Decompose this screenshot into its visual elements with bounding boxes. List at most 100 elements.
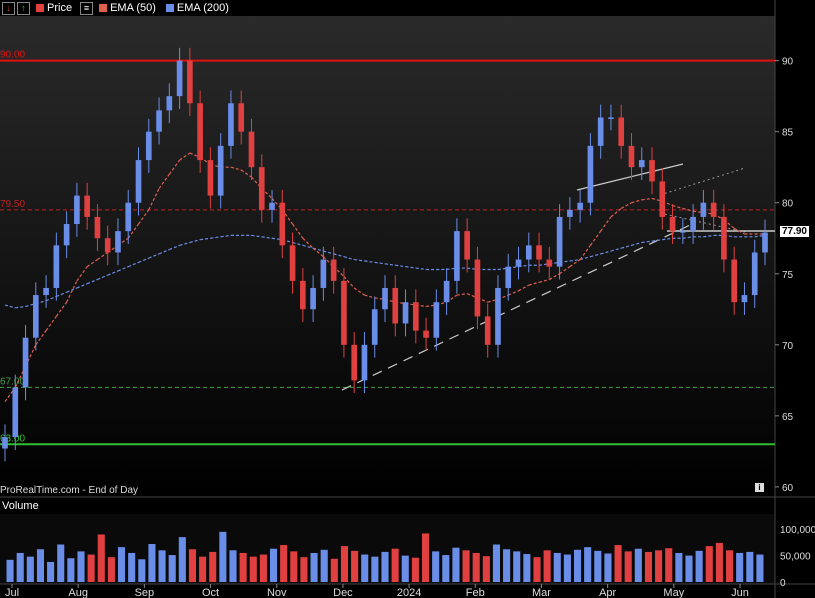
- candle-body: [63, 224, 70, 246]
- candle-body: [628, 145, 635, 168]
- volume-bar: [705, 546, 713, 582]
- candle-body: [166, 96, 173, 111]
- volume-legend: Volume: [0, 499, 39, 513]
- candle-body: [710, 202, 717, 217]
- volume-tick-label: 50,000: [780, 552, 811, 563]
- volume-bar: [614, 545, 622, 582]
- x-tick-label: May: [663, 587, 684, 598]
- candle-body: [577, 202, 583, 210]
- candle-body: [669, 216, 676, 232]
- volume-bar: [67, 558, 75, 582]
- volume-bar: [138, 559, 146, 582]
- volume-bar: [584, 547, 592, 582]
- info-icon[interactable]: i: [755, 483, 764, 492]
- x-tick-label: Aug: [68, 587, 88, 598]
- ema50-legend-label[interactable]: EMA (50): [110, 2, 156, 14]
- volume-bar: [685, 555, 693, 582]
- volume-bar: [158, 550, 166, 582]
- volume-bar: [148, 543, 156, 582]
- volume-bar: [756, 554, 764, 582]
- candle-body: [289, 245, 296, 281]
- red-arrow-icon[interactable]: ↓: [2, 1, 15, 15]
- x-tick-label: Oct: [202, 587, 219, 598]
- candle-body: [12, 387, 19, 438]
- candle-body: [402, 302, 409, 324]
- candle-body: [412, 302, 419, 331]
- candle-body: [649, 160, 655, 182]
- x-tick-label: Dec: [333, 587, 353, 598]
- volume-bar: [513, 551, 521, 582]
- candle-body: [382, 287, 388, 310]
- candle-body: [238, 103, 245, 132]
- volume-bar: [340, 546, 349, 582]
- candle-body: [597, 117, 604, 146]
- volume-bar: [472, 552, 480, 582]
- candle-body: [125, 202, 132, 232]
- y-tick-label: 65: [782, 412, 794, 423]
- y-tick-label: 90: [782, 57, 794, 68]
- volume-bar: [604, 553, 612, 582]
- green-arrow-icon[interactable]: ↑: [17, 1, 30, 15]
- volume-legend-label[interactable]: Volume: [2, 500, 39, 512]
- candle-body: [690, 216, 696, 232]
- candle-body: [505, 266, 512, 288]
- candle-body: [484, 316, 491, 345]
- y-tick-label: 60: [782, 483, 794, 494]
- volume-bar: [563, 554, 571, 582]
- candle-body: [228, 103, 234, 146]
- volume-bar: [300, 557, 308, 582]
- chart-legend: ↓ ↑ Price ≡ EMA (50) EMA (200): [0, 0, 229, 16]
- candle-body: [197, 103, 203, 161]
- candle-body: [361, 344, 368, 381]
- volume-bar: [310, 552, 318, 582]
- volume-bar: [188, 549, 197, 582]
- candle-body: [94, 216, 101, 239]
- volume-bar: [482, 556, 490, 582]
- ema50-swatch: [99, 4, 108, 12]
- candle-body: [433, 302, 440, 338]
- volume-bar: [77, 551, 85, 582]
- candle-body: [145, 131, 152, 161]
- x-tick-label: Feb: [466, 587, 485, 598]
- volume-bar: [229, 550, 237, 582]
- candle-body: [392, 287, 399, 324]
- candle-body: [279, 202, 286, 246]
- candle-body: [43, 287, 49, 296]
- volume-bar: [269, 548, 278, 582]
- candle-body: [104, 238, 111, 253]
- candle-body: [474, 259, 481, 317]
- candle-body: [423, 330, 429, 338]
- level-label: 90.00: [0, 50, 25, 61]
- volume-bar: [543, 550, 551, 582]
- volume-bar: [249, 556, 257, 582]
- volume-bar: [715, 542, 723, 582]
- candle-body: [700, 202, 707, 217]
- volume-bar: [320, 549, 328, 582]
- volume-axis: 100,000 50,000 0: [780, 525, 815, 589]
- volume-bar: [492, 544, 501, 582]
- settings-list-icon[interactable]: ≡: [80, 1, 94, 15]
- ema200-legend-label[interactable]: EMA (200): [177, 2, 229, 14]
- candle-body: [351, 344, 358, 381]
- candle-body: [258, 167, 265, 210]
- y-tick-label: 80: [782, 199, 794, 210]
- volume-bar: [6, 559, 14, 582]
- candle-body: [751, 252, 758, 296]
- level-label: 67.00: [0, 376, 25, 387]
- volume-bar: [523, 554, 531, 582]
- candle-body: [84, 195, 90, 217]
- volume-bar: [57, 544, 65, 582]
- volume-bar: [462, 550, 470, 582]
- volume-bar: [503, 549, 511, 582]
- x-tick-label: 2024: [397, 587, 421, 598]
- price-legend-label[interactable]: Price: [47, 2, 72, 14]
- volume-bar: [391, 548, 399, 582]
- volume-bar: [573, 549, 582, 582]
- candle-body: [310, 287, 316, 310]
- volume-bar: [239, 552, 247, 582]
- volume-bar: [381, 551, 389, 582]
- volume-bar: [178, 537, 186, 582]
- volume-bar: [644, 551, 653, 582]
- volume-bar: [594, 550, 602, 582]
- candle-body: [176, 60, 183, 97]
